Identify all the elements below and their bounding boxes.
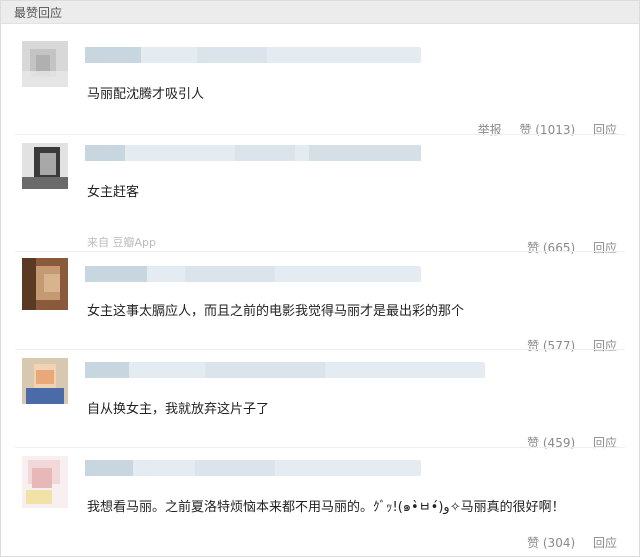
reply-button[interactable]: 回应 [593, 536, 617, 550]
comment-actions: 赞 (577) 回应 [513, 337, 617, 354]
comment-actions: 赞 (459) 回应 [513, 434, 617, 451]
divider [15, 349, 625, 350]
author-name-redacted [85, 47, 421, 63]
comment-text: 女主赶客 [87, 185, 140, 200]
avatar[interactable] [22, 358, 68, 404]
like-button[interactable]: 赞 (304) [527, 536, 575, 550]
author-name-redacted [85, 460, 421, 476]
avatar[interactable] [22, 258, 68, 310]
divider [15, 251, 625, 252]
comments-panel: 最赞回应 马丽配沈腾才吸引人 举报 赞 (1013) 回应 女主赶客 来自 豆瓣… [0, 0, 640, 557]
comment-actions: 赞 (665) 回应 [513, 239, 617, 256]
author-name-redacted [85, 266, 421, 282]
divider [15, 134, 625, 135]
comment-text: 女主这事太膈应人，而且之前的电影我觉得马丽才是最出彩的那个 [87, 304, 465, 319]
section-header: 最赞回应 [1, 1, 639, 24]
like-button[interactable]: 赞 (665) [527, 241, 575, 255]
avatar[interactable] [22, 143, 68, 189]
comment-text: 我想看马丽。之前夏洛特烦恼本来都不用马丽的。ｸﾞｯ!(๑•̀ㅂ•́)و✧马丽真的… [87, 500, 565, 515]
author-name-redacted [85, 362, 485, 378]
author-name-redacted [85, 145, 421, 161]
like-button[interactable]: 赞 (577) [527, 339, 575, 353]
comment-actions: 赞 (304) 回应 [513, 534, 617, 551]
comment-source: 来自 豆瓣App [87, 236, 156, 249]
reply-button[interactable]: 回应 [593, 241, 617, 255]
comment-actions: 举报 赞 (1013) 回应 [464, 121, 617, 138]
reply-button[interactable]: 回应 [593, 339, 617, 353]
avatar[interactable] [22, 41, 68, 87]
avatar[interactable] [22, 456, 68, 508]
comment-text: 自从换女主，我就放弃这片子了 [87, 402, 270, 417]
divider [15, 447, 625, 448]
section-title: 最赞回应 [14, 6, 63, 20]
comment-text: 马丽配沈腾才吸引人 [87, 87, 205, 102]
